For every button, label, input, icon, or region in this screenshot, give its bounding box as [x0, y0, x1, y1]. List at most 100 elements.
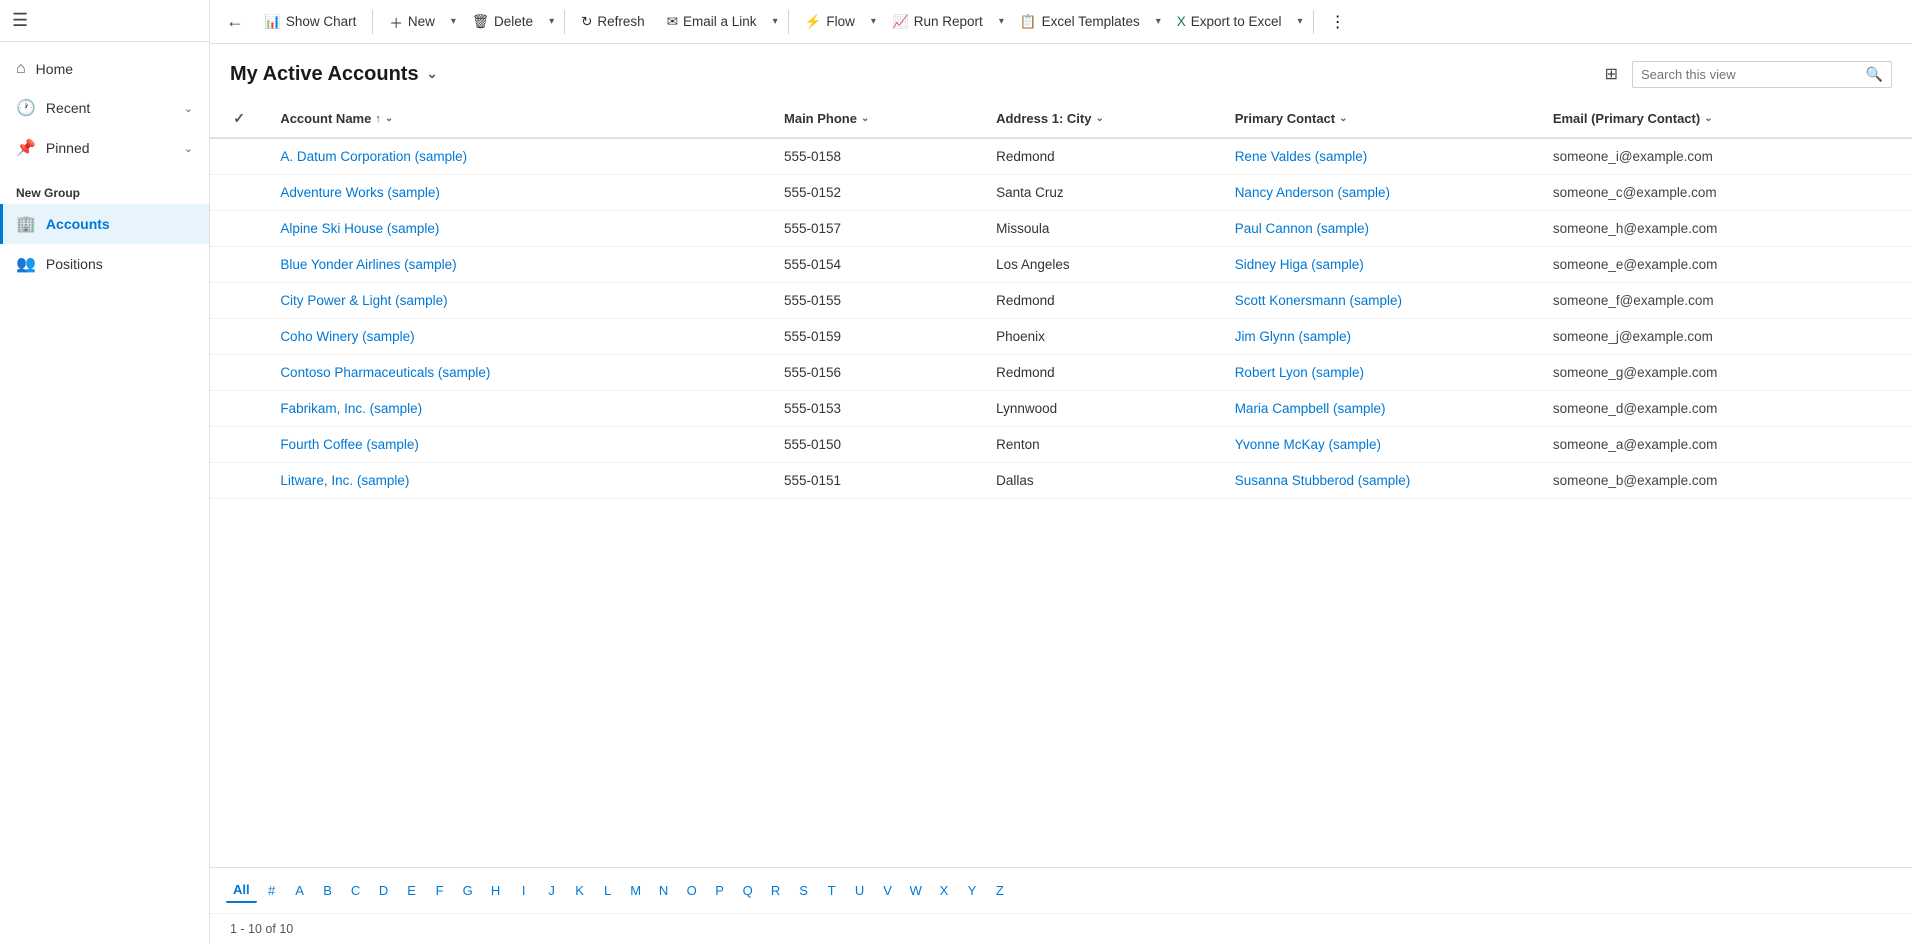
alpha-pagination-btn-w[interactable]: W — [903, 879, 929, 902]
table-row[interactable]: Alpine Ski House (sample) 555-0157 Misso… — [210, 211, 1912, 247]
alpha-pagination-btn-s[interactable]: S — [791, 879, 817, 902]
row-primary-contact[interactable]: Susanna Stubberod (sample) — [1223, 463, 1541, 499]
sidebar-item-accounts[interactable]: 🏢 Accounts — [0, 204, 209, 244]
search-box[interactable]: 🔍 — [1632, 61, 1892, 88]
view-title-chevron-icon[interactable]: ⌄ — [427, 66, 438, 82]
alpha-pagination-btn-#[interactable]: # — [259, 879, 285, 902]
alpha-pagination-btn-b[interactable]: B — [315, 879, 341, 902]
run-report-icon: 📈 — [892, 14, 909, 30]
delete-button[interactable]: 🗑 Delete — [462, 8, 543, 36]
new-button[interactable]: ＋ New — [379, 6, 445, 38]
row-primary-contact[interactable]: Paul Cannon (sample) — [1223, 211, 1541, 247]
new-dropdown-arrow[interactable]: ▾ — [447, 10, 460, 33]
table-row[interactable]: Fabrikam, Inc. (sample) 555-0153 Lynnwoo… — [210, 391, 1912, 427]
table-row[interactable]: City Power & Light (sample) 555-0155 Red… — [210, 283, 1912, 319]
alpha-pagination-btn-y[interactable]: Y — [959, 879, 985, 902]
delete-dropdown-arrow[interactable]: ▾ — [545, 10, 558, 33]
view-title-text: My Active Accounts — [230, 63, 419, 86]
row-account-name[interactable]: Fourth Coffee (sample) — [268, 427, 772, 463]
table-row[interactable]: Fourth Coffee (sample) 555-0150 Renton Y… — [210, 427, 1912, 463]
export-excel-button[interactable]: X Export to Excel — [1167, 8, 1292, 35]
row-primary-contact[interactable]: Rene Valdes (sample) — [1223, 138, 1541, 175]
excel-templates-dropdown-arrow[interactable]: ▾ — [1152, 10, 1165, 33]
row-primary-contact[interactable]: Yvonne McKay (sample) — [1223, 427, 1541, 463]
more-options-icon[interactable]: ⋮ — [1322, 8, 1354, 36]
alpha-pagination-btn-a[interactable]: A — [287, 879, 313, 902]
row-primary-contact[interactable]: Jim Glynn (sample) — [1223, 319, 1541, 355]
row-account-name[interactable]: A. Datum Corporation (sample) — [268, 138, 772, 175]
back-button[interactable]: ← — [218, 7, 252, 36]
alpha-pagination-btn-p[interactable]: P — [707, 879, 733, 902]
table-row[interactable]: Blue Yonder Airlines (sample) 555-0154 L… — [210, 247, 1912, 283]
row-account-name[interactable]: Blue Yonder Airlines (sample) — [268, 247, 772, 283]
divider-1 — [372, 10, 373, 34]
alpha-pagination-btn-f[interactable]: F — [427, 879, 453, 902]
th-account-name[interactable]: Account Name ↑ ⌄ — [268, 100, 772, 138]
email-dropdown-arrow[interactable]: ▾ — [769, 10, 782, 33]
alpha-pagination-btn-d[interactable]: D — [371, 879, 397, 902]
sidebar-item-positions[interactable]: 👥 Positions — [0, 244, 209, 284]
alpha-pagination-btn-j[interactable]: J — [539, 879, 565, 902]
show-chart-button[interactable]: 📊 Show Chart — [254, 8, 366, 36]
alpha-pagination-btn-e[interactable]: E — [399, 879, 425, 902]
alpha-pagination-btn-i[interactable]: I — [511, 879, 537, 902]
alpha-pagination-btn-h[interactable]: H — [483, 879, 509, 902]
th-email[interactable]: Email (Primary Contact) ⌄ — [1541, 100, 1912, 138]
hamburger-icon[interactable]: ☰ — [12, 10, 28, 30]
flow-dropdown-arrow[interactable]: ▾ — [867, 10, 880, 33]
row-primary-contact[interactable]: Nancy Anderson (sample) — [1223, 175, 1541, 211]
alpha-pagination-btn-g[interactable]: G — [455, 879, 481, 902]
flow-button[interactable]: ⚡ Flow — [795, 8, 865, 36]
search-input[interactable] — [1641, 67, 1860, 82]
alpha-pagination-btn-x[interactable]: X — [931, 879, 957, 902]
email-link-button[interactable]: ✉ Email a Link — [657, 8, 767, 36]
table-row[interactable]: A. Datum Corporation (sample) 555-0158 R… — [210, 138, 1912, 175]
row-account-name[interactable]: Coho Winery (sample) — [268, 319, 772, 355]
export-excel-icon: X — [1177, 14, 1186, 29]
refresh-button[interactable]: ↻ Refresh — [571, 8, 655, 36]
row-primary-contact[interactable]: Sidney Higa (sample) — [1223, 247, 1541, 283]
alpha-pagination-btn-u[interactable]: U — [847, 879, 873, 902]
table-row[interactable]: Adventure Works (sample) 555-0152 Santa … — [210, 175, 1912, 211]
export-dropdown-arrow[interactable]: ▾ — [1294, 10, 1307, 33]
row-primary-contact[interactable]: Maria Campbell (sample) — [1223, 391, 1541, 427]
run-report-dropdown-arrow[interactable]: ▾ — [995, 10, 1008, 33]
alpha-pagination-btn-m[interactable]: M — [623, 879, 649, 902]
alpha-pagination-btn-l[interactable]: L — [595, 879, 621, 902]
alpha-pagination-btn-n[interactable]: N — [651, 879, 677, 902]
sidebar-item-recent[interactable]: 🕐 Recent ⌄ — [0, 88, 209, 128]
excel-templates-button[interactable]: 📋 Excel Templates — [1010, 8, 1150, 36]
alpha-pagination-btn-c[interactable]: C — [343, 879, 369, 902]
row-account-name[interactable]: Alpine Ski House (sample) — [268, 211, 772, 247]
alpha-pagination-btn-o[interactable]: O — [679, 879, 705, 902]
run-report-button[interactable]: 📈 Run Report — [882, 8, 993, 36]
excel-templates-label: Excel Templates — [1042, 14, 1140, 29]
account-name-chevron-icon: ⌄ — [385, 113, 393, 124]
alpha-pagination-btn-z[interactable]: Z — [987, 879, 1013, 902]
alpha-pagination-btn-v[interactable]: V — [875, 879, 901, 902]
table-row[interactable]: Litware, Inc. (sample) 555-0151 Dallas S… — [210, 463, 1912, 499]
row-account-name[interactable]: Fabrikam, Inc. (sample) — [268, 391, 772, 427]
alpha-pagination-btn-q[interactable]: Q — [735, 879, 761, 902]
alpha-pagination-btn-t[interactable]: T — [819, 879, 845, 902]
alpha-pagination-btn-r[interactable]: R — [763, 879, 789, 902]
filter-button[interactable]: ⊞ — [1599, 58, 1624, 90]
row-account-name[interactable]: Litware, Inc. (sample) — [268, 463, 772, 499]
email-col-label: Email (Primary Contact) — [1553, 111, 1700, 126]
row-account-name[interactable]: Contoso Pharmaceuticals (sample) — [268, 355, 772, 391]
row-primary-contact[interactable]: Scott Konersmann (sample) — [1223, 283, 1541, 319]
row-account-name[interactable]: City Power & Light (sample) — [268, 283, 772, 319]
delete-icon: 🗑 — [472, 14, 489, 30]
row-account-name[interactable]: Adventure Works (sample) — [268, 175, 772, 211]
header-checkmark[interactable]: ✓ — [233, 110, 245, 127]
sidebar-item-home[interactable]: ⌂ Home — [0, 50, 209, 88]
table-row[interactable]: Contoso Pharmaceuticals (sample) 555-015… — [210, 355, 1912, 391]
alpha-pagination-btn-k[interactable]: K — [567, 879, 593, 902]
th-primary-contact[interactable]: Primary Contact ⌄ — [1223, 100, 1541, 138]
alpha-pagination-btn-all[interactable]: All — [226, 878, 257, 903]
table-row[interactable]: Coho Winery (sample) 555-0159 Phoenix Ji… — [210, 319, 1912, 355]
sidebar-item-pinned[interactable]: 📌 Pinned ⌄ — [0, 128, 209, 168]
row-primary-contact[interactable]: Robert Lyon (sample) — [1223, 355, 1541, 391]
th-city[interactable]: Address 1: City ⌄ — [984, 100, 1223, 138]
th-main-phone[interactable]: Main Phone ⌄ — [772, 100, 984, 138]
